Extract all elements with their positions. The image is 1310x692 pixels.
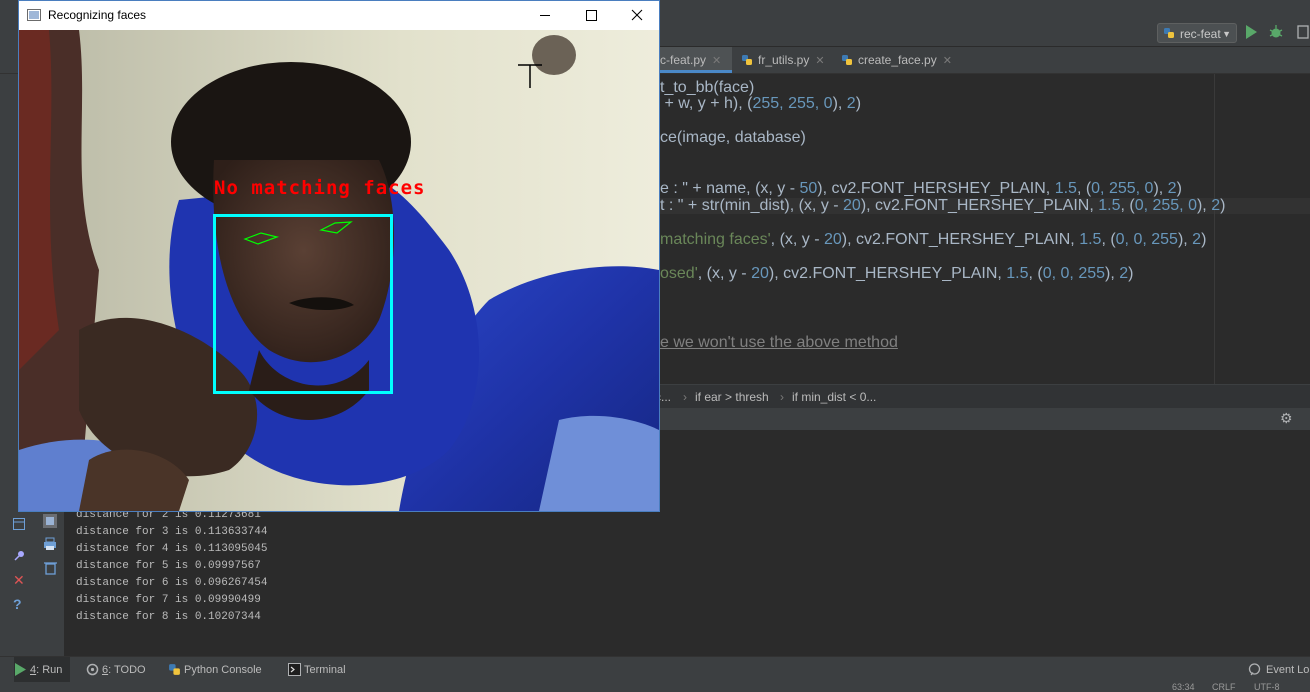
python-file-icon [742, 55, 752, 65]
run-configuration-label: rec-feat [1180, 27, 1221, 41]
code-line: osed', (x, y - 20), cv2.FONT_HERSHEY_PLA… [660, 265, 1134, 282]
console-line: distance for 8 is 0.10207344 [76, 611, 261, 623]
window-titlebar[interactable]: Recognizing faces [19, 1, 659, 30]
editor-tab-create-face[interactable]: create_face.py ✕ [838, 47, 954, 73]
breadcrumb-item[interactable]: if ear > thresh [695, 385, 769, 409]
event-log-button[interactable]: Event Lo [1248, 657, 1309, 683]
python-file-icon [842, 55, 852, 65]
overlay-status-text: No matching faces [214, 177, 426, 199]
close-button[interactable] [614, 1, 660, 30]
tool-tab-terminal[interactable]: Terminal [288, 657, 360, 683]
editor-tab-label: c-feat.py [660, 53, 707, 67]
trash-icon[interactable] [44, 561, 57, 575]
code-line: t : " + str(min_dist), (x, y - 20), cv2.… [660, 197, 1226, 214]
close-icon[interactable]: ✕ [13, 572, 25, 589]
code-line: t_to_bb(face) [660, 79, 755, 96]
code-line: + w, y + h), (255, 255, 0), 2) [660, 95, 862, 112]
console-line: distance for 7 is 0.09990499 [76, 594, 261, 606]
run-icon [15, 663, 26, 676]
tool-tab-python-console[interactable]: Python Console [168, 657, 278, 683]
minimize-button[interactable] [522, 1, 568, 30]
chevron-down-icon: ▼ [1222, 29, 1231, 39]
status-bar: 63:34 CRLF UTF-8 [0, 682, 1310, 692]
line-separator[interactable]: CRLF [1212, 682, 1236, 692]
help-icon[interactable]: ? [13, 596, 22, 612]
python-icon [1164, 28, 1174, 38]
tool-tab-todo[interactable]: 6: TODO [86, 657, 152, 683]
recognizing-faces-window[interactable]: Recognizing faces No matching faces [18, 0, 660, 512]
close-icon[interactable]: ✕ [815, 55, 824, 67]
terminal-icon [288, 663, 301, 676]
debug-icon[interactable] [1268, 24, 1284, 40]
layout-icon[interactable] [13, 518, 25, 530]
maximize-icon [586, 10, 597, 21]
console-line: distance for 3 is 0.113633744 [76, 526, 268, 538]
code-line: e : " + name, (x, y - 50), cv2.FONT_HERS… [660, 180, 1182, 197]
python-icon [169, 664, 180, 675]
print-icon[interactable] [43, 537, 57, 551]
camera-feed: No matching faces [19, 30, 659, 511]
editor-tab-fr-utils[interactable]: fr_utils.py ✕ [738, 47, 834, 73]
code-line: matching faces', (x, y - 20), cv2.FONT_H… [660, 231, 1207, 248]
tool-window-bar: 4: Run 6: TODO Python Console Terminal E… [0, 656, 1310, 683]
code-comment: e we won't use the above method [660, 334, 898, 351]
run-configuration-dropdown[interactable]: rec-feat ▼ [1157, 23, 1237, 43]
restore-layout-icon[interactable] [42, 513, 58, 529]
minimize-icon [540, 15, 550, 16]
coverage-icon[interactable] [1296, 24, 1310, 40]
console-line: distance for 6 is 0.096267454 [76, 577, 268, 589]
breadcrumb-separator: › [780, 390, 784, 404]
console-line: distance for 5 is 0.09997567 [76, 560, 261, 572]
maximize-button[interactable] [568, 1, 614, 30]
caret-position[interactable]: 63:34 [1172, 682, 1195, 692]
right-margin-guide [1214, 74, 1215, 384]
breadcrumb-item[interactable]: if min_dist < 0... [792, 385, 876, 409]
window-title: Recognizing faces [48, 8, 147, 22]
gear-icon[interactable]: ⚙ [1280, 410, 1296, 426]
run-icon[interactable] [1244, 24, 1258, 40]
pin-icon[interactable] [13, 550, 25, 562]
code-line: ce(image, database) [660, 129, 806, 146]
tool-tab-run[interactable]: 4: Run [14, 657, 70, 683]
close-icon[interactable]: ✕ [712, 55, 721, 67]
editor-tab-label: fr_utils.py [758, 53, 810, 67]
event-log-icon [1248, 663, 1261, 676]
run-panel-toolbar: ✕ ? [0, 500, 64, 656]
close-icon[interactable]: ✕ [943, 55, 952, 67]
close-icon [631, 9, 643, 21]
window-app-icon [27, 9, 41, 21]
breadcrumb-separator: › [683, 390, 687, 404]
editor-tab-label: create_face.py [858, 53, 937, 67]
console-line: distance for 4 is 0.113095045 [76, 543, 268, 555]
face-bounding-box [213, 214, 393, 394]
todo-icon [86, 663, 99, 676]
file-encoding[interactable]: UTF-8 [1254, 682, 1280, 692]
